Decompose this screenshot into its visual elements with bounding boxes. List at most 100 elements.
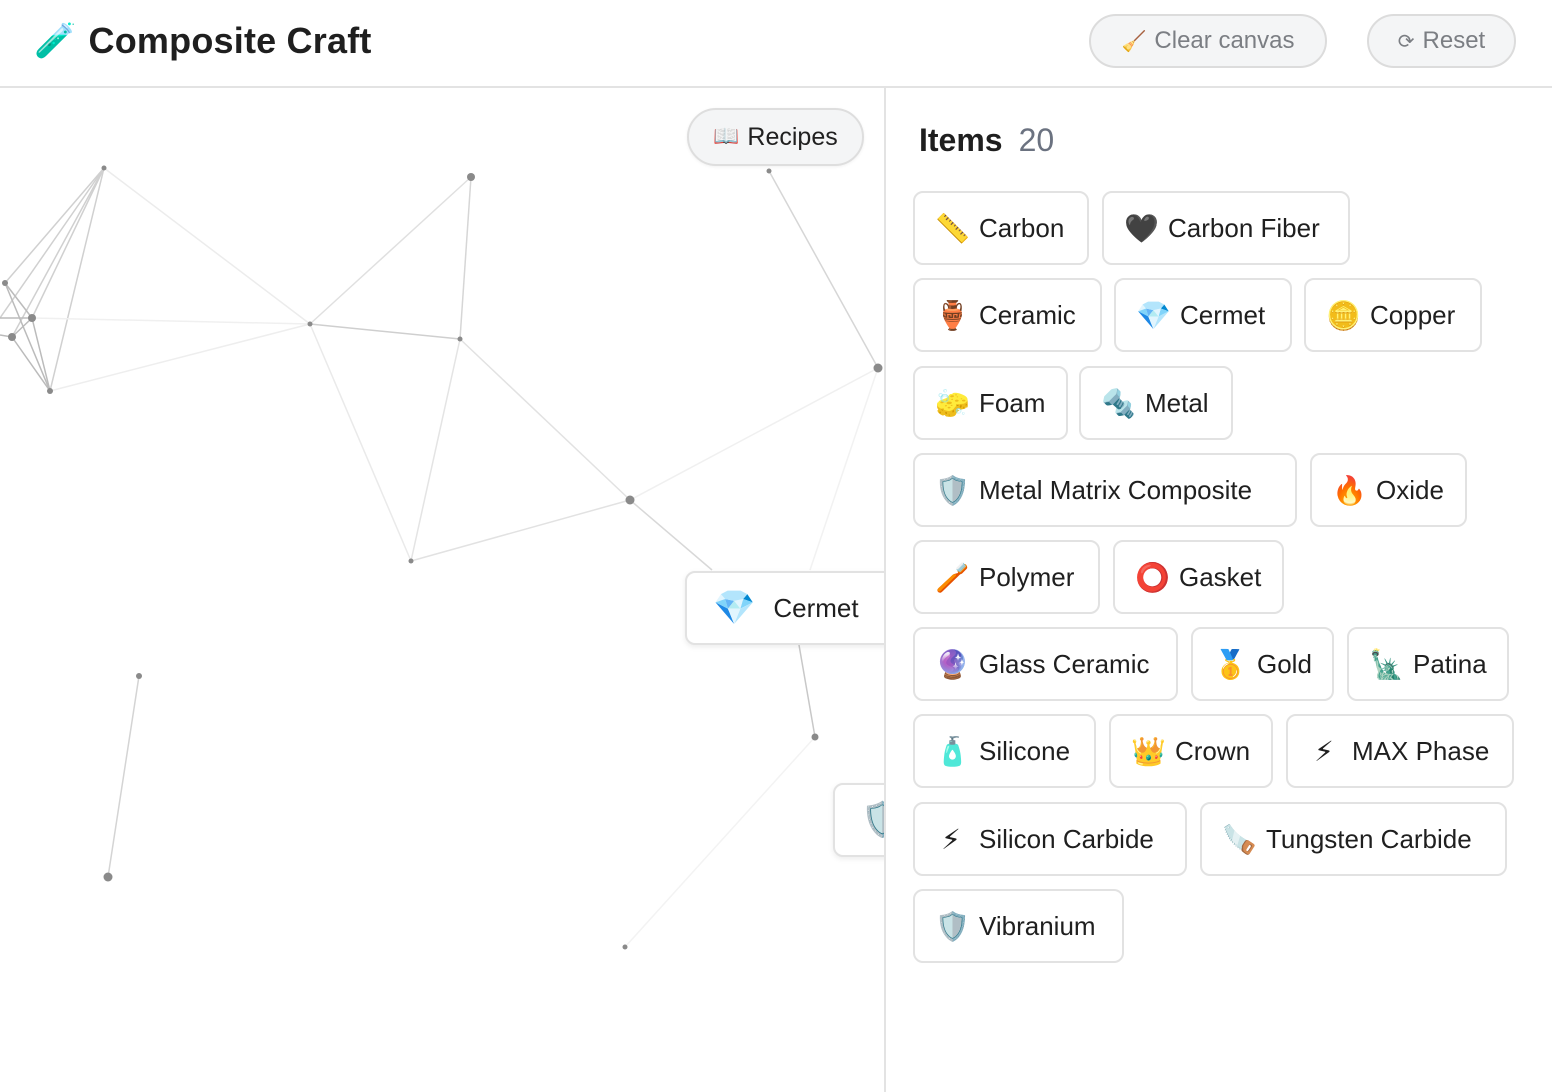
gem-icon: 💎: [1136, 299, 1171, 331]
item-chip-oxide[interactable]: 🔥 Oxide: [1310, 453, 1467, 527]
canvas-item-shield[interactable]: 🛡️: [833, 783, 885, 857]
connection-line: [31, 317, 311, 325]
item-chip-carbon[interactable]: 📏 Carbon: [913, 191, 1089, 265]
crafting-canvas[interactable]: 📖 Recipes 💎 Cermet 🛡️: [0, 88, 885, 1092]
connection-line: [309, 176, 472, 325]
item-chip-label: MAX Phase: [1352, 735, 1490, 766]
amphora-icon: 🏺: [935, 299, 970, 331]
lightning-icon: ⚡: [941, 823, 961, 855]
test-tube-icon: 🧪: [34, 22, 77, 60]
canvas-item-cermet[interactable]: 💎 Cermet: [685, 571, 885, 645]
items-header: Items 20: [919, 122, 1054, 159]
items-sidebar: Items 20 📏 Carbon 🖤 Carbon Fiber 🏺 Ceram…: [886, 88, 1552, 1092]
node-dot: [766, 168, 772, 174]
black-heart-icon: 🖤: [1124, 212, 1159, 244]
item-chip-label: Metal Matrix Composite: [979, 474, 1253, 505]
connection-line: [768, 170, 879, 369]
node-dot: [47, 388, 53, 394]
item-chip-foam[interactable]: 🧽 Foam: [913, 366, 1068, 440]
item-chip-label: Oxide: [1376, 474, 1444, 505]
reset-label: Reset: [1422, 27, 1486, 54]
node-dot: [467, 173, 475, 181]
connection-line: [31, 167, 105, 319]
connection-line: [410, 338, 461, 562]
item-chip-carbon-fiber[interactable]: 🖤 Carbon Fiber: [1102, 191, 1350, 265]
shield-icon: 🛡️: [935, 910, 970, 942]
connection-line: [459, 176, 472, 340]
node-dot: [625, 495, 635, 505]
shield-icon: 🛡️: [861, 801, 885, 839]
item-chip-label: Crown: [1175, 735, 1251, 766]
crown-icon: 👑: [1131, 735, 1166, 767]
item-chip-label: Gasket: [1179, 561, 1262, 592]
book-icon: 📖: [713, 125, 740, 148]
item-chip-ceramic[interactable]: 🏺 Ceramic: [913, 278, 1102, 352]
item-chip-silicon-carbide[interactable]: ⚡ Silicon Carbide: [913, 802, 1187, 876]
connection-line: [49, 167, 105, 392]
connection-line: [11, 167, 105, 338]
clear-canvas-button[interactable]: 🧹 Clear canvas: [1089, 14, 1327, 68]
item-chip-label: Gold: [1257, 648, 1312, 679]
item-chip-label: Metal: [1145, 387, 1209, 418]
item-chip-gold[interactable]: 🥇 Gold: [1191, 627, 1334, 701]
item-chip-metal-matrix-composite[interactable]: 🛡️ Metal Matrix Composite: [913, 453, 1297, 527]
item-chip-tungsten-carbide[interactable]: 🪚 Tungsten Carbide: [1200, 802, 1507, 876]
item-chip-patina[interactable]: 🗽 Patina: [1347, 627, 1509, 701]
saw-icon: 🪚: [1222, 823, 1257, 855]
ruler-icon: 📏: [935, 212, 970, 244]
item-chip-glass-ceramic[interactable]: 🔮 Glass Ceramic: [913, 627, 1178, 701]
item-chip-cermet[interactable]: 💎 Cermet: [1114, 278, 1292, 352]
item-chip-label: Copper: [1370, 299, 1456, 330]
connection-line: [0, 167, 105, 319]
lotion-bottle-icon: 🧴: [935, 735, 970, 767]
connection-line: [459, 338, 631, 501]
item-chip-label: Ceramic: [979, 299, 1076, 330]
node-dot: [307, 321, 313, 327]
broom-icon: 🧹: [1121, 30, 1147, 53]
fire-icon: 🔥: [1332, 474, 1367, 506]
item-chip-label: Vibranium: [979, 910, 1096, 941]
node-dot: [811, 733, 819, 741]
item-chip-label: Carbon Fiber: [1168, 212, 1320, 243]
recipes-button[interactable]: 📖 Recipes: [687, 108, 864, 166]
node-dot: [622, 944, 628, 950]
item-chip-label: Cermet: [1180, 299, 1266, 330]
item-chip-copper[interactable]: 🪙 Copper: [1304, 278, 1482, 352]
item-chip-label: Carbon: [979, 212, 1065, 243]
node-dot: [457, 336, 463, 342]
item-chip-polymer[interactable]: 🪥 Polymer: [913, 540, 1100, 614]
item-chip-vibranium[interactable]: 🛡️ Vibranium: [913, 889, 1124, 963]
node-dot: [28, 314, 36, 322]
node-dot: [2, 280, 8, 286]
item-chip-max-phase[interactable]: ⚡ MAX Phase: [1286, 714, 1514, 788]
node-dot: [8, 333, 16, 341]
connection-line: [629, 499, 713, 571]
connection-line: [309, 323, 412, 562]
connection-line: [410, 499, 631, 562]
clear-canvas-label: Clear canvas: [1154, 27, 1295, 54]
items-title: Items: [919, 122, 1003, 158]
items-count: 20: [1018, 122, 1055, 158]
shield-icon: 🛡️: [935, 474, 970, 506]
item-chip-label: Silicone: [979, 735, 1071, 766]
node-dot: [873, 363, 883, 373]
reset-button[interactable]: ⟳ Reset: [1367, 14, 1516, 68]
item-chip-silicone[interactable]: 🧴 Silicone: [913, 714, 1096, 788]
canvas-item-label: Cermet: [773, 592, 859, 623]
item-chip-label: Foam: [979, 387, 1046, 418]
coin-icon: 🪙: [1326, 299, 1361, 331]
node-dot: [101, 165, 107, 171]
item-chip-gasket[interactable]: ⭕ Gasket: [1113, 540, 1284, 614]
connection-line: [798, 644, 816, 738]
item-chip-crown[interactable]: 👑 Crown: [1109, 714, 1273, 788]
gem-icon: 💎: [713, 589, 756, 627]
item-chip-label: Glass Ceramic: [979, 648, 1150, 679]
item-chip-label: Patina: [1413, 648, 1487, 679]
item-chip-metal[interactable]: 🔩 Metal: [1079, 366, 1233, 440]
connection-line: [4, 282, 33, 319]
nut-and-bolt-icon: 🔩: [1101, 387, 1136, 419]
lightning-icon: ⚡: [1314, 735, 1334, 767]
medal-icon: 🥇: [1213, 648, 1248, 680]
item-chip-label: Tungsten Carbide: [1266, 823, 1472, 854]
statue-of-liberty-icon: 🗽: [1369, 648, 1404, 680]
